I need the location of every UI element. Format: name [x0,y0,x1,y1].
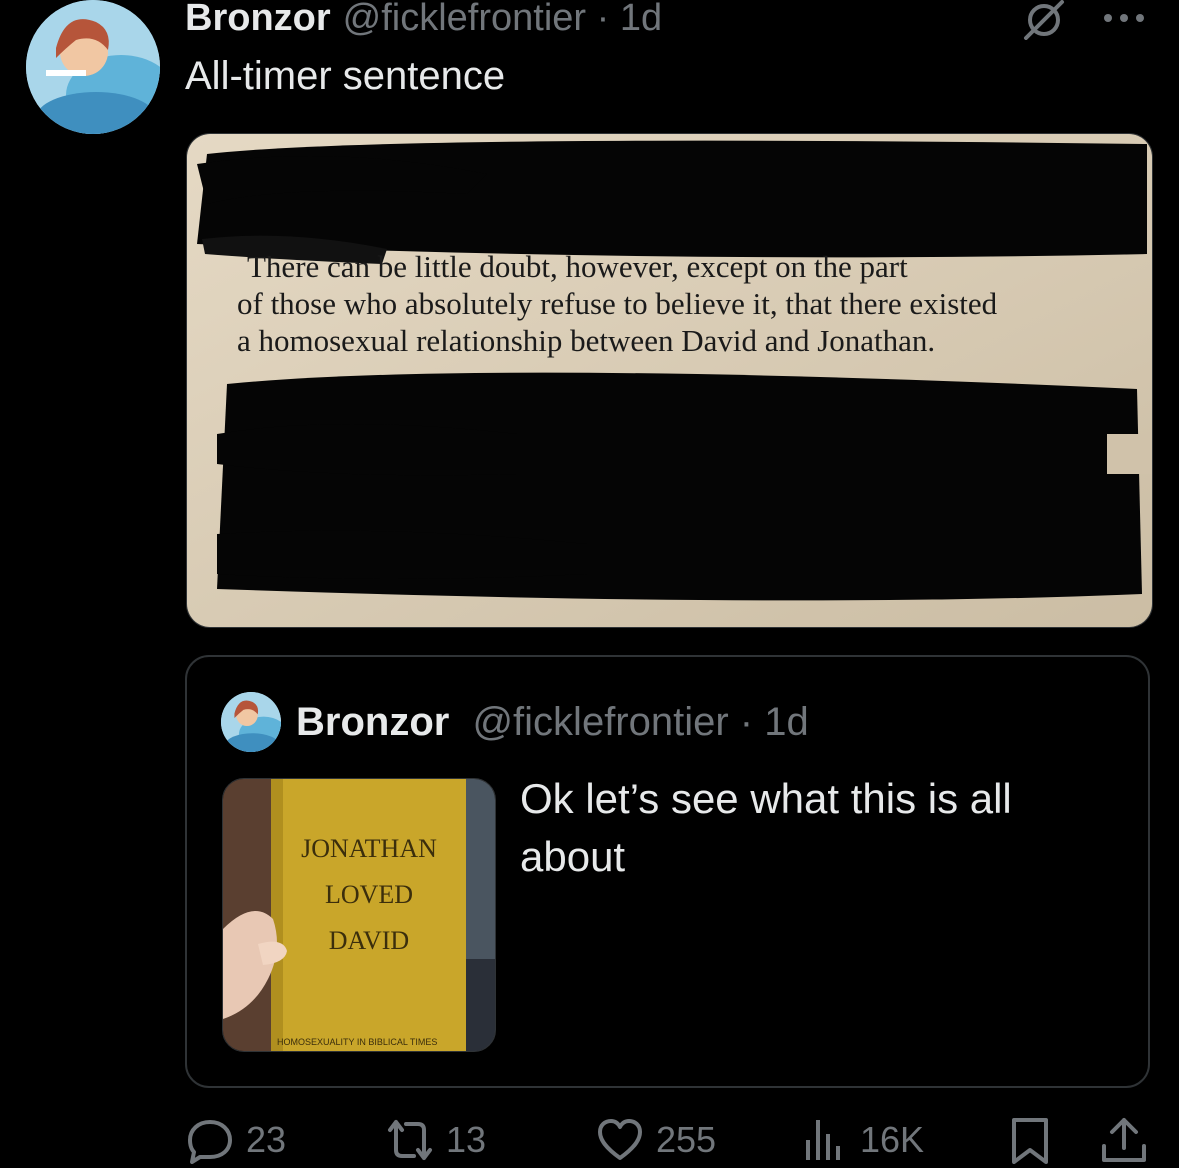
quoted-author-name: Bronzor [296,700,450,744]
retweet-button[interactable]: 13 [386,1112,486,1168]
quoted-tweet-text: Ok let’s see what this is all about [520,775,1012,880]
tweet-image[interactable]: There can be little doubt, however, exce… [186,133,1153,628]
like-button[interactable]: 255 [596,1112,716,1168]
reply-count: 23 [246,1119,287,1160]
retweet-count: 13 [446,1119,487,1160]
quoted-avatar-image [221,692,281,752]
quoted-avatar [221,692,281,752]
bookmark-button[interactable] [1006,1112,1066,1168]
retweet-icon [388,1120,432,1160]
like-count: 255 [656,1119,717,1160]
page-line-3: a homosexual relationship between David … [237,323,935,358]
author-name[interactable]: Bronzor [185,0,331,40]
heart-icon [598,1119,642,1160]
grok-icon[interactable] [1020,0,1068,40]
views-count: 16K [860,1119,925,1160]
quoted-tweet-header: Bronzor @ficklefrontier · 1d [296,700,809,745]
views-icon [806,1120,840,1160]
reply-icon [188,1120,232,1164]
reply-button[interactable]: 23 [186,1112,286,1168]
book-subtitle: HOMOSEXUALITY IN BIBLICAL TIMES [277,1037,437,1047]
book-title-3: DAVID [329,926,409,955]
share-icon [1102,1118,1146,1162]
book-title-2: LOVED [325,880,413,909]
book-title-1: JONATHAN [301,834,437,863]
page-line-2: of those who absolutely refuse to believ… [237,286,998,321]
bookmark-icon [1012,1118,1048,1164]
views-button[interactable]: 16K [800,1112,924,1168]
quoted-tweet-image: JONATHAN LOVED DAVID HOMOSEXUALITY IN BI… [222,778,496,1052]
share-button[interactable] [1100,1112,1160,1168]
author-handle[interactable]: @ficklefrontier · 1d [343,0,662,40]
avatar-image [26,0,160,134]
tweet-header: Bronzor @ficklefrontier · 1d [185,0,662,42]
more-icon[interactable] [1100,2,1148,34]
page-line-1: There can be little doubt, however, exce… [247,249,908,284]
tweet-text: All-timer sentence [185,54,506,98]
avatar[interactable] [26,0,160,134]
quoted-author-handle: @ficklefrontier · 1d [472,700,809,744]
